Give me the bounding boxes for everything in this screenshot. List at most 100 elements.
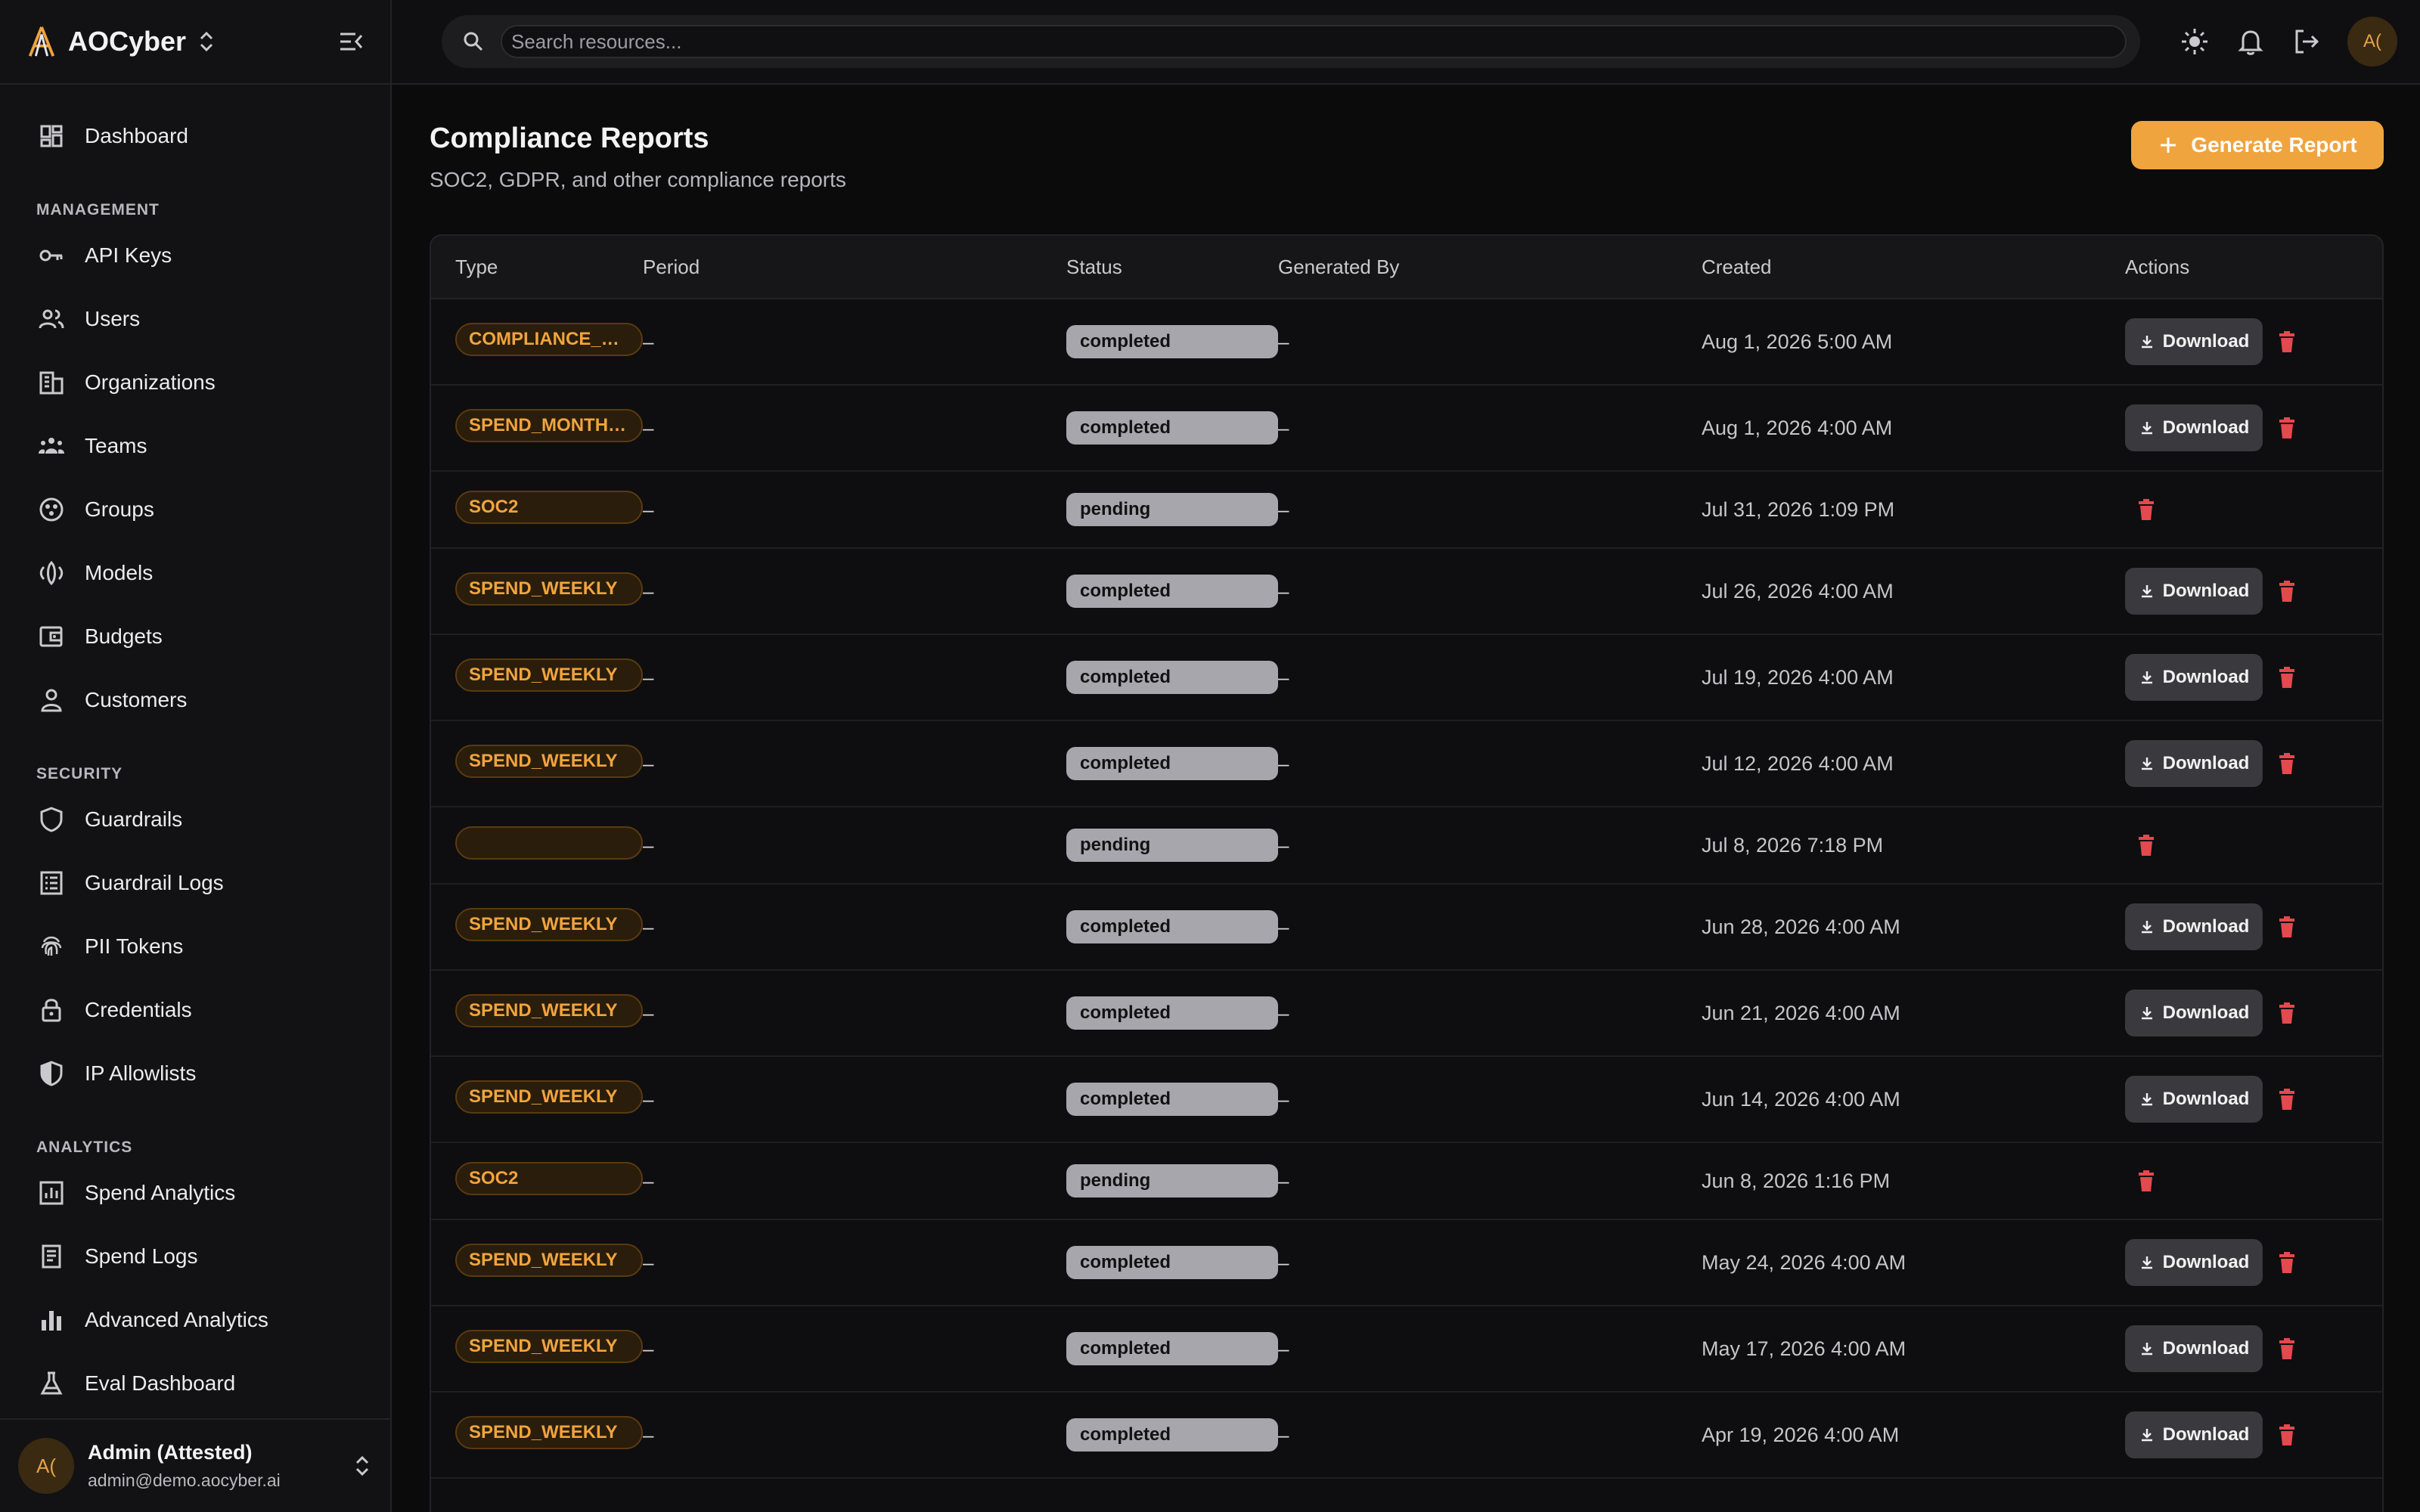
period-value: – <box>643 915 654 938</box>
sidebar-item-users[interactable]: Users <box>0 287 390 351</box>
delete-button[interactable] <box>2131 494 2161 525</box>
chart-box-icon <box>39 1181 64 1205</box>
delete-button[interactable] <box>2131 830 2161 860</box>
download-button[interactable]: Download <box>2125 654 2263 701</box>
type-badge: SPEND_WEEKLY <box>455 744 643 778</box>
sidebar-item-credentials[interactable]: Credentials <box>0 978 390 1042</box>
sidebar-item-groups[interactable]: Groups <box>0 478 390 541</box>
status-badge: completed <box>1066 910 1278 943</box>
column-header-status[interactable]: Status <box>1066 256 1278 279</box>
status-badge: completed <box>1066 1083 1278 1116</box>
team-icon <box>39 438 64 454</box>
period-value: – <box>643 1250 654 1274</box>
chevron-updown-icon[interactable] <box>352 1453 372 1479</box>
cell-generated-by: – <box>1278 666 1702 689</box>
cell-period: – <box>643 1337 1066 1361</box>
sidebar-item-teams[interactable]: Teams <box>0 414 390 478</box>
trash-icon <box>2279 581 2294 602</box>
cell-created: Jun 21, 2026 4:00 AM <box>1702 1002 2125 1025</box>
delete-button[interactable] <box>2272 327 2302 357</box>
chevron-updown-icon[interactable] <box>197 29 216 54</box>
sidebar-item-spend-analytics[interactable]: Spend Analytics <box>0 1161 390 1225</box>
cell-generated-by: – <box>1278 330 1702 354</box>
sidebar-nav: Dashboard MANAGEMENT API Keys Users Orga… <box>0 85 390 1415</box>
notifications-button[interactable] <box>2235 26 2266 57</box>
type-badge: SPEND_MONTHLY <box>455 408 643 442</box>
delete-button[interactable] <box>2131 1166 2161 1196</box>
generated-by-value: – <box>1278 497 1289 521</box>
sidebar-item-dashboard[interactable]: Dashboard <box>0 104 390 168</box>
sidebar-item-eval-dashboard[interactable]: Eval Dashboard <box>0 1352 390 1415</box>
column-header-generated-by[interactable]: Generated By <box>1278 256 1702 279</box>
sidebar-item-spend-logs[interactable]: Spend Logs <box>0 1225 390 1288</box>
delete-button[interactable] <box>2272 662 2302 692</box>
column-header-type[interactable]: Type <box>431 256 643 279</box>
search-input[interactable] <box>501 25 2127 58</box>
created-value: Aug 1, 2026 5:00 AM <box>1702 330 1893 353</box>
delete-button[interactable] <box>2272 413 2302 443</box>
delete-button[interactable] <box>2272 1334 2302 1364</box>
download-button[interactable]: Download <box>2125 1411 2263 1458</box>
delete-button[interactable] <box>2272 912 2302 942</box>
sidebar-item-advanced-analytics[interactable]: Advanced Analytics <box>0 1288 390 1352</box>
period-value: – <box>643 751 654 775</box>
table-row: SPEND_WEEKLY – completed – May 17, 2026 4:00… <box>431 1306 2382 1393</box>
download-button[interactable]: Download <box>2125 1239 2263 1286</box>
delete-button[interactable] <box>2272 1247 2302 1278</box>
sidebar-item-budgets[interactable]: Budgets <box>0 605 390 668</box>
period-value: – <box>643 665 654 689</box>
download-button[interactable]: Download <box>2125 740 2263 787</box>
generated-by-value: – <box>1278 751 1289 775</box>
cell-generated-by: – <box>1278 916 1702 939</box>
section-analytics: ANALYTICS <box>36 1139 133 1156</box>
download-button[interactable]: Download <box>2125 1076 2263 1123</box>
delete-button[interactable] <box>2272 1084 2302 1114</box>
generated-by-value: – <box>1278 833 1289 857</box>
period-value: – <box>643 579 654 603</box>
cell-created: Jul 26, 2026 4:00 AM <box>1702 580 2125 603</box>
delete-button[interactable] <box>2272 1420 2302 1450</box>
download-button[interactable]: Download <box>2125 903 2263 950</box>
sidebar-item-api-keys[interactable]: API Keys <box>0 224 390 287</box>
delete-button[interactable] <box>2272 998 2302 1028</box>
cell-status: completed <box>1066 1246 1278 1279</box>
sidebar-item-pii-tokens[interactable]: PII Tokens <box>0 915 390 978</box>
sidebar-item-label: Budgets <box>85 624 163 648</box>
sidebar-item-guardrails[interactable]: Guardrails <box>0 788 390 851</box>
sidebar-item-label: Dashboard <box>85 124 188 147</box>
download-button[interactable]: Download <box>2125 404 2263 451</box>
delete-button[interactable] <box>2272 576 2302 606</box>
table-row: SOC2– pending – Jun 8, 2026 1:16 PM <box>431 1143 2382 1220</box>
column-header-period[interactable]: Period <box>643 256 1066 279</box>
created-value: May 24, 2026 4:00 AM <box>1702 1250 1907 1274</box>
table-header: Type Period Status Generated By Created … <box>431 236 2382 299</box>
cell-generated-by: – <box>1278 752 1702 776</box>
created-value: May 17, 2026 4:00 AM <box>1702 1337 1907 1360</box>
cell-status: completed <box>1066 910 1278 943</box>
cell-actions: Download <box>2125 404 2382 451</box>
sidebar-item-ip-allowlists[interactable]: IP Allowlists <box>0 1042 390 1105</box>
theme-toggle-button[interactable] <box>2180 26 2210 57</box>
avatar[interactable]: A( <box>2347 17 2397 67</box>
download-button[interactable]: Download <box>2125 990 2263 1036</box>
generate-report-button[interactable]: Generate Report <box>2131 121 2384 169</box>
column-header-created[interactable]: Created <box>1702 256 2125 279</box>
cell-actions <box>2125 1166 2382 1196</box>
download-button[interactable]: Download <box>2125 1325 2263 1372</box>
period-value: – <box>643 416 654 439</box>
collapse-sidebar-button[interactable] <box>336 26 366 57</box>
download-button[interactable]: Download <box>2125 568 2263 615</box>
delete-button[interactable] <box>2272 748 2302 779</box>
sidebar-item-models[interactable]: Models <box>0 541 390 605</box>
topbar: A( <box>392 0 2420 85</box>
sidebar-item-customers[interactable]: Customers <box>0 668 390 732</box>
sidebar-item-guardrail-logs[interactable]: Guardrail Logs <box>0 851 390 915</box>
sidebar-item-organizations[interactable]: Organizations <box>0 351 390 414</box>
cell-status: pending <box>1066 829 1278 862</box>
logout-button[interactable] <box>2291 26 2322 57</box>
sidebar-item-label: Guardrail Logs <box>85 871 224 894</box>
user-menu[interactable]: A( Admin (Attested) admin@demo.aocyber.a… <box>0 1418 390 1512</box>
type-badge: SOC2 <box>455 490 643 524</box>
download-button[interactable]: Download <box>2125 318 2263 365</box>
user-email: admin@demo.aocyber.ai <box>88 1470 281 1490</box>
